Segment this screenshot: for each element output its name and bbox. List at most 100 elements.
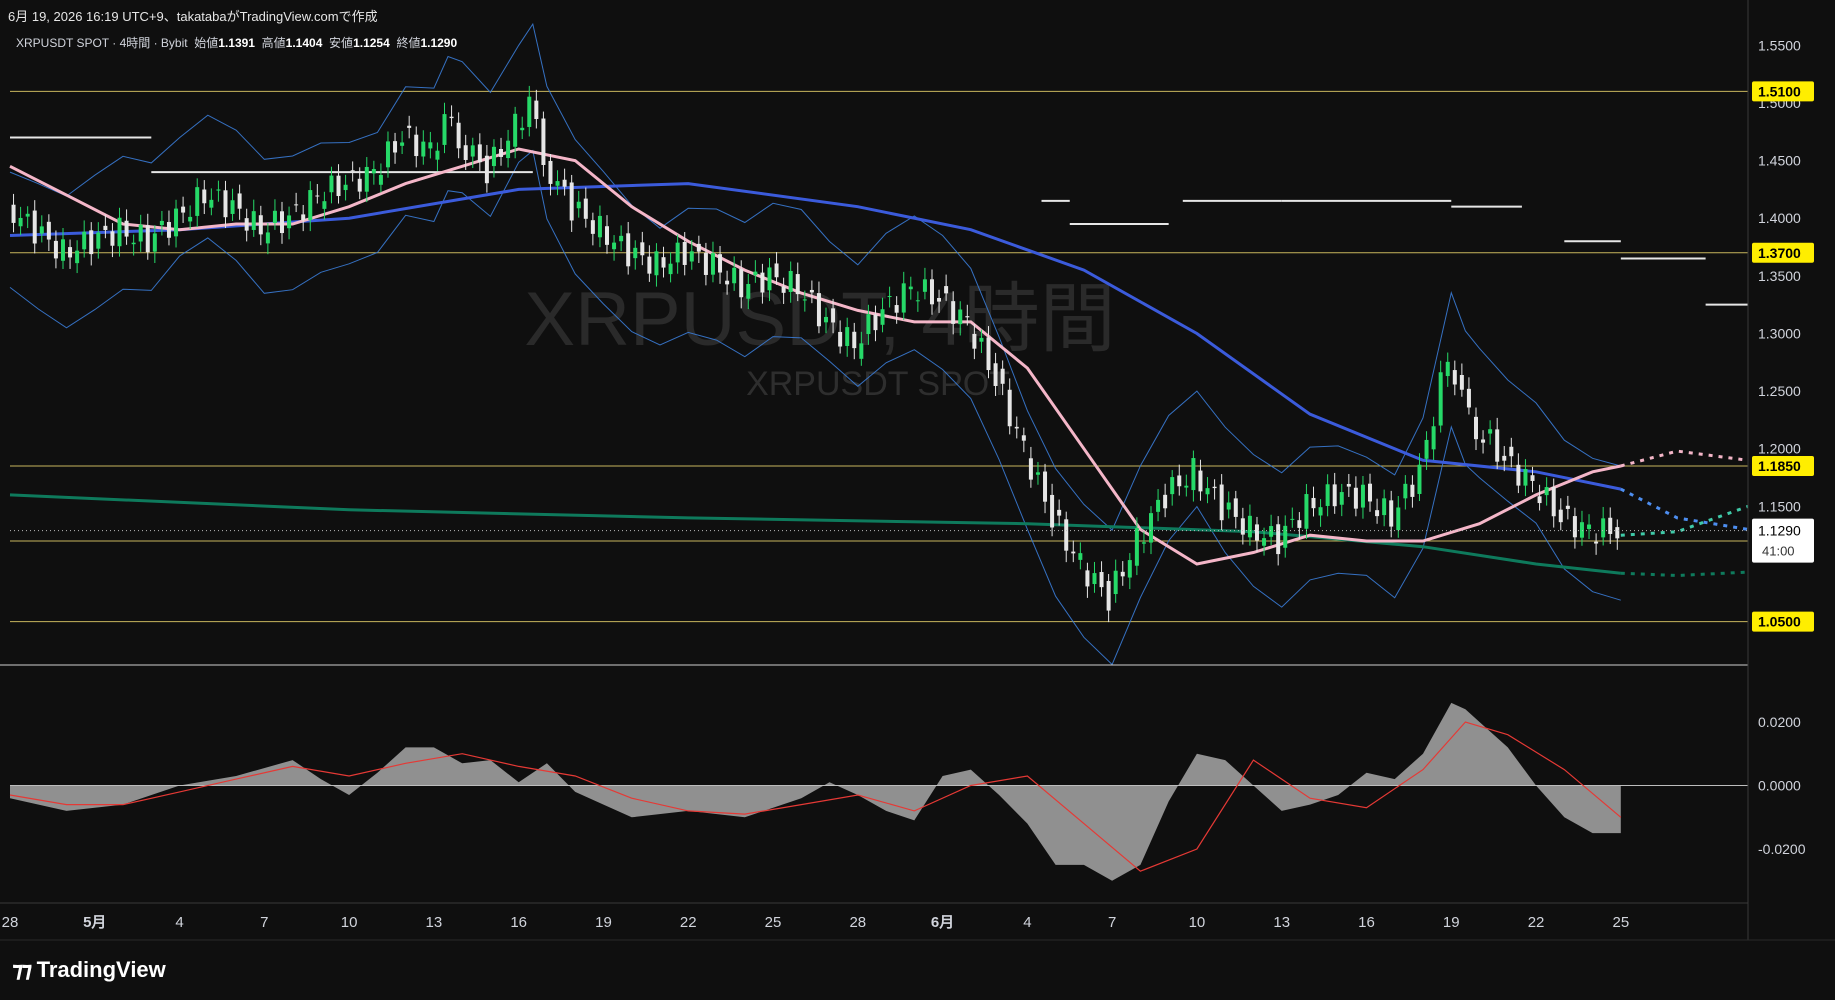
candle[interactable] — [1283, 515, 1288, 558]
candle[interactable] — [1615, 519, 1620, 550]
candle[interactable] — [1382, 489, 1387, 527]
candle[interactable] — [1431, 416, 1436, 461]
candle[interactable] — [477, 133, 482, 171]
candle[interactable] — [385, 131, 390, 178]
candle[interactable] — [1311, 486, 1316, 517]
candle[interactable] — [1205, 477, 1210, 504]
candle[interactable] — [534, 89, 539, 129]
candle[interactable] — [315, 184, 320, 204]
candle[interactable] — [1360, 475, 1365, 519]
candle[interactable] — [188, 205, 193, 230]
candle[interactable] — [174, 199, 179, 248]
candle[interactable] — [414, 126, 419, 168]
candle[interactable] — [1156, 489, 1161, 522]
candle[interactable] — [138, 214, 143, 252]
candle[interactable] — [562, 168, 567, 196]
candle[interactable] — [421, 130, 426, 165]
candle[interactable] — [181, 196, 186, 223]
candle[interactable] — [1473, 407, 1478, 451]
level-badge[interactable]: 1.0500 — [1752, 611, 1814, 632]
candle[interactable] — [1233, 490, 1238, 529]
candle[interactable] — [209, 188, 214, 216]
candle[interactable] — [280, 201, 285, 244]
candle[interactable] — [308, 181, 313, 232]
candle[interactable] — [435, 142, 440, 171]
candle[interactable] — [117, 207, 122, 257]
candle[interactable] — [1163, 483, 1168, 518]
candle[interactable] — [1106, 573, 1111, 623]
candle[interactable] — [68, 239, 73, 269]
candle[interactable] — [1565, 495, 1570, 520]
candle[interactable] — [53, 230, 58, 269]
candle[interactable] — [484, 144, 489, 193]
candle[interactable] — [1572, 507, 1577, 549]
candle[interactable] — [1035, 461, 1040, 485]
candle[interactable] — [39, 215, 44, 243]
candle[interactable] — [449, 105, 454, 127]
candle[interactable] — [1170, 470, 1175, 506]
candle[interactable] — [1290, 507, 1295, 528]
candle[interactable] — [378, 163, 383, 193]
candle[interactable] — [265, 223, 270, 255]
candle[interactable] — [110, 223, 115, 258]
candle[interactable] — [1050, 483, 1055, 537]
candle[interactable] — [18, 206, 23, 236]
candle[interactable] — [1177, 464, 1182, 496]
candle[interactable] — [166, 210, 171, 246]
candle[interactable] — [400, 131, 405, 155]
candle[interactable] — [1396, 496, 1401, 538]
candle[interactable] — [1028, 446, 1033, 488]
candle[interactable] — [1113, 559, 1118, 603]
candle[interactable] — [1141, 531, 1146, 554]
candle[interactable] — [1092, 561, 1097, 593]
candle[interactable] — [237, 184, 242, 220]
candle[interactable] — [1523, 459, 1528, 497]
candle[interactable] — [1057, 499, 1062, 526]
chart-canvas[interactable]: XRPUSDT, 4時間XRPUSDT SPOT 28 5月 4 7 10 13 16 19 2… — [0, 0, 1835, 1000]
candle[interactable] — [1120, 561, 1125, 586]
candle[interactable] — [569, 174, 574, 232]
candle[interactable] — [1452, 360, 1457, 396]
candle[interactable] — [527, 85, 532, 137]
candle[interactable] — [1332, 472, 1337, 514]
candle[interactable] — [619, 225, 624, 252]
tradingview-logo[interactable]: ⁊⁊ TradingView — [12, 957, 166, 983]
current-price-badge[interactable]: 1.1290 41:00 — [1752, 518, 1814, 563]
candle[interactable] — [1488, 420, 1493, 445]
candle[interactable] — [202, 180, 207, 215]
candle[interactable] — [1375, 498, 1380, 524]
candle[interactable] — [1071, 540, 1076, 563]
candle[interactable] — [1537, 484, 1542, 511]
candle[interactable] — [1099, 561, 1104, 597]
candle[interactable] — [1127, 553, 1132, 590]
candle[interactable] — [343, 174, 348, 201]
candle[interactable] — [499, 137, 504, 166]
candle[interactable] — [633, 240, 638, 270]
candle[interactable] — [1516, 453, 1521, 494]
candle[interactable] — [216, 180, 221, 202]
candle[interactable] — [82, 220, 87, 258]
candle[interactable] — [1191, 450, 1196, 502]
candle[interactable] — [1594, 533, 1599, 555]
candle[interactable] — [1014, 416, 1019, 439]
candle[interactable] — [1509, 437, 1514, 468]
candle[interactable] — [583, 187, 588, 228]
candle[interactable] — [1149, 506, 1154, 555]
candle[interactable] — [1339, 483, 1344, 517]
candle[interactable] — [195, 178, 200, 228]
candle[interactable] — [604, 215, 609, 254]
candle[interactable] — [1219, 474, 1224, 531]
candle[interactable] — [287, 206, 292, 240]
candle[interactable] — [1368, 473, 1373, 512]
candle[interactable] — [258, 205, 263, 246]
candle[interactable] — [1184, 474, 1189, 497]
level-badge[interactable]: 1.3700 — [1752, 242, 1814, 263]
candle[interactable] — [520, 116, 525, 139]
candle[interactable] — [1078, 542, 1083, 570]
candle[interactable] — [1346, 473, 1351, 497]
candle[interactable] — [1424, 431, 1429, 470]
candle[interactable] — [675, 234, 680, 274]
candle[interactable] — [371, 160, 376, 185]
candle[interactable] — [223, 180, 228, 228]
candle[interactable] — [555, 170, 560, 196]
